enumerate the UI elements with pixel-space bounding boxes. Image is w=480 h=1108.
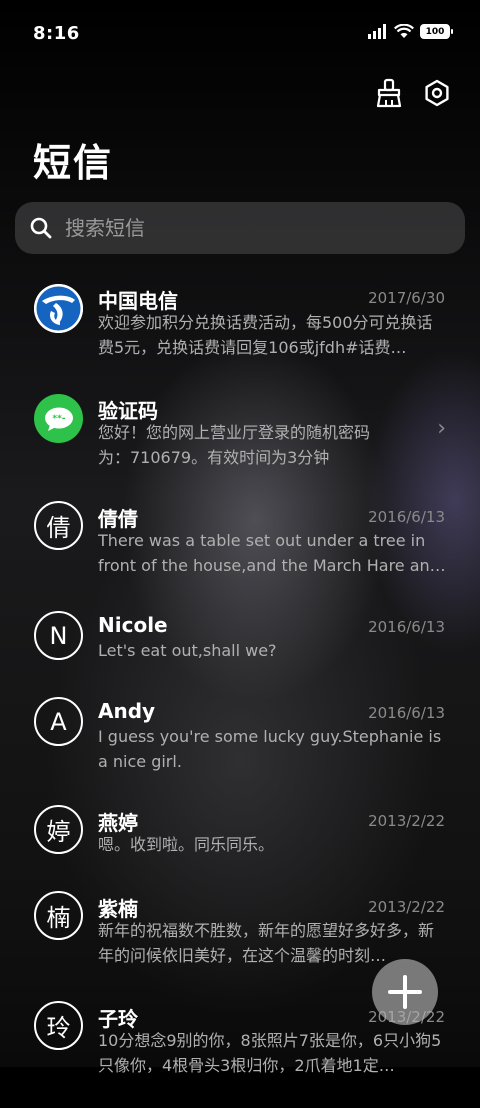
message-date: 2016/6/13 (368, 508, 445, 526)
message-preview: 您好！您的网上营业厅登录的随机密码为：710679。有效时间为3分钟 (98, 423, 371, 467)
search-icon (30, 217, 52, 239)
new-message-button[interactable] (372, 959, 438, 1025)
message-preview: 10分想念9别的你，8张照片7张是你，6只小狗5只像你，4根骨头3根归你，2爪着… (98, 1031, 442, 1075)
message-date: 2016/6/13 (368, 704, 445, 722)
svg-text:**-: **- (52, 414, 65, 424)
message-preview: 嗯。收到啦。同乐同乐。 (98, 835, 275, 854)
battery-icon: 100 (420, 24, 453, 39)
message-date: 2013/2/22 (368, 898, 445, 916)
avatar: 婷 (34, 805, 83, 854)
message-preview: 欢迎参加积分兑换话费活动，每500分可兑换话费5元，兑换话费请回复106或jfd… (98, 313, 433, 357)
status-bar: 8:16 100 (0, 0, 480, 66)
clean-button[interactable] (374, 78, 404, 108)
plus-icon (388, 975, 422, 1009)
battery-level: 100 (425, 26, 445, 37)
avatar: A (34, 697, 83, 746)
message-date: 2017/6/30 (368, 289, 445, 307)
message-preview: I guess you're some lucky guy.Stephanie … (98, 727, 442, 771)
avatar: N (34, 611, 83, 660)
search-bar[interactable] (15, 202, 465, 254)
status-icons: 100 (368, 24, 453, 39)
broom-icon (376, 78, 402, 108)
settings-button[interactable] (422, 78, 452, 108)
search-input[interactable] (63, 215, 427, 241)
message-bubble-icon: **- (44, 407, 73, 431)
wifi-icon (394, 24, 414, 38)
list-item[interactable]: 倩 倩倩 2016/6/13 There was a table set out… (0, 496, 480, 606)
gear-icon (425, 79, 449, 107)
list-item[interactable]: **- 验证码 您好！您的网上营业厅登录的随机密码为：710679。有效时间为3… (0, 386, 480, 496)
china-telecom-logo-icon (34, 284, 83, 333)
message-date: 2013/2/22 (368, 812, 445, 830)
sender-name: Andy (98, 699, 156, 723)
status-time: 8:16 (33, 23, 80, 44)
message-preview: Let's eat out,shall we? (98, 641, 277, 660)
list-item[interactable]: 中国电信 2017/6/30 欢迎参加积分兑换话费活动，每500分可兑换话费5元… (0, 276, 480, 386)
message-preview: There was a table set out under a tree i… (98, 531, 446, 575)
avatar: **- (34, 394, 83, 443)
sender-name: Nicole (98, 613, 168, 637)
signal-icon (368, 24, 386, 39)
chevron-right-icon: › (437, 416, 446, 441)
avatar: 倩 (34, 501, 83, 550)
message-date: 2016/6/13 (368, 618, 445, 636)
avatar (34, 284, 83, 333)
list-item[interactable]: A Andy 2016/6/13 I guess you're some luc… (0, 692, 480, 802)
page-title: 短信 (33, 141, 114, 185)
avatar: 玲 (34, 1001, 83, 1050)
avatar: 楠 (34, 891, 83, 940)
header-actions (374, 78, 452, 108)
